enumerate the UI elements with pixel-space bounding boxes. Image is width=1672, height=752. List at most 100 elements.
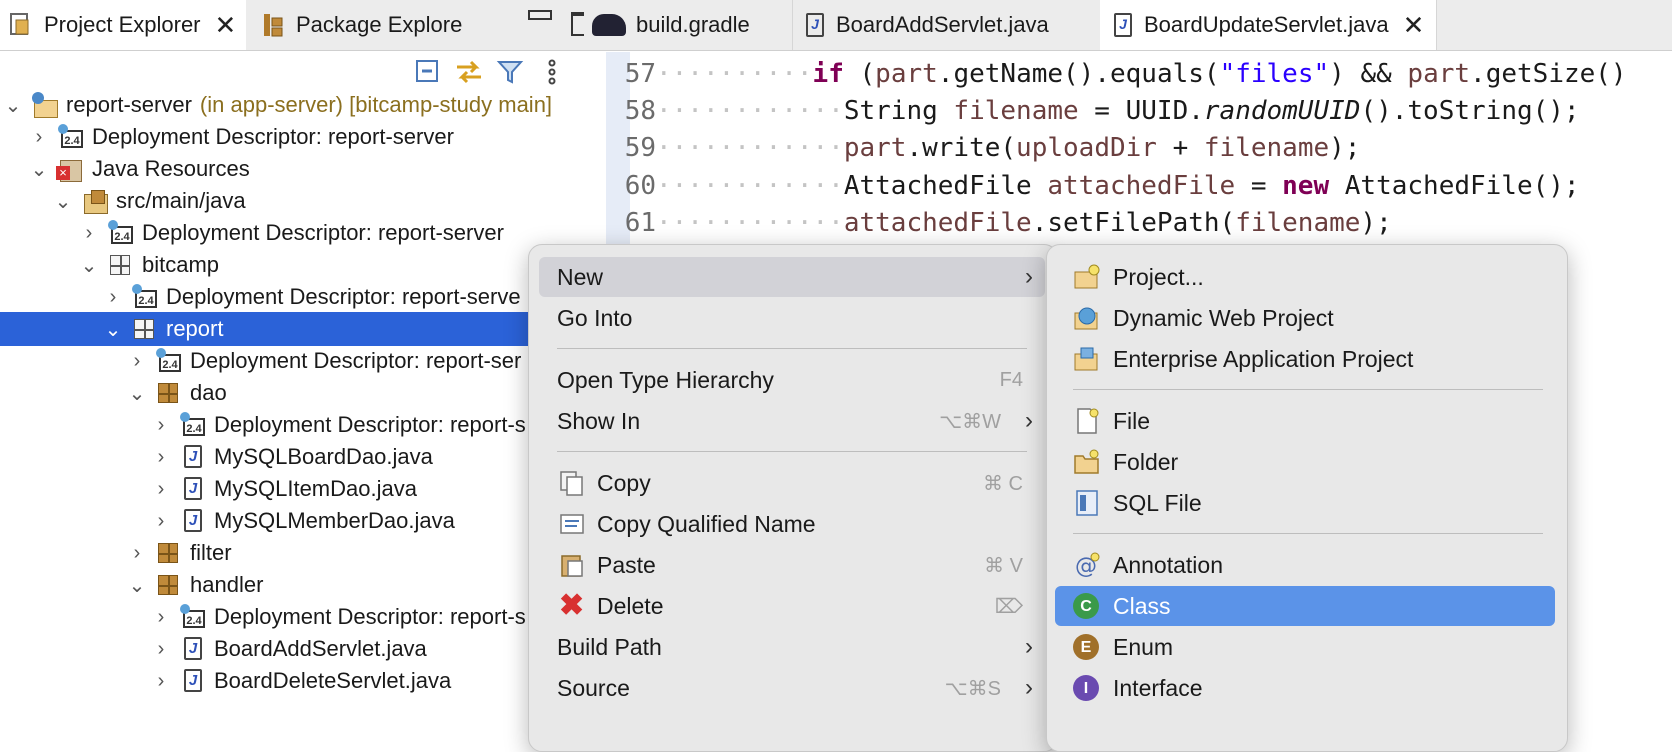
deployment-descriptor-icon — [180, 412, 206, 438]
submenu-item-class[interactable]: C Class — [1055, 586, 1555, 626]
menu-item-copy[interactable]: Copy ⌘ C — [539, 463, 1045, 503]
code-line[interactable]: 57 ·········· if (part .getName().equals("f… — [584, 54, 1627, 94]
code-token: part — [843, 133, 907, 163]
code-line[interactable]: 58 ············ String filename = UUID. ran… — [584, 91, 1580, 131]
chevron-right-icon[interactable]: › — [80, 222, 98, 245]
close-icon[interactable]: ✕ — [215, 10, 237, 41]
link-with-editor-icon[interactable] — [454, 58, 482, 86]
menu-item-new[interactable]: New › — [539, 257, 1045, 297]
line-number: 61 — [624, 208, 656, 238]
menu-item-paste[interactable]: Paste ⌘ V — [539, 545, 1045, 585]
editor-tab-bar: build.gradle J BoardAddServlet.java J Bo… — [584, 0, 1672, 51]
submenu-item-enterprise-application-project[interactable]: Enterprise Application Project — [1055, 339, 1555, 379]
chevron-right-icon[interactable]: › — [128, 350, 146, 373]
menu-label: New — [557, 263, 604, 290]
code-token: ) && — [1329, 59, 1408, 89]
chevron-right-icon: › — [1025, 633, 1033, 660]
chevron-right-icon[interactable]: › — [152, 510, 170, 533]
menu-label: Interface — [1113, 674, 1203, 701]
menu-item-delete[interactable]: ✖ Delete ⌦ — [539, 586, 1045, 626]
chevron-right-icon[interactable]: › — [152, 606, 170, 629]
menu-item-copy-qualified-name[interactable]: Copy Qualified Name — [539, 504, 1045, 544]
submenu-item-annotation[interactable]: @ Annotation — [1055, 545, 1555, 585]
tree-label: BoardDeleteServlet.java — [214, 668, 452, 693]
tree-label: Deployment Descriptor: report-serve — [166, 284, 521, 309]
chevron-right-icon[interactable]: › — [152, 638, 170, 661]
deployment-descriptor-icon — [108, 220, 134, 246]
tree-node-source-folder[interactable]: ⌄ src/main/java — [0, 184, 666, 218]
tab-package-explorer[interactable]: Package Explore — [252, 0, 472, 50]
submenu-item-dynamic-web-project[interactable]: Dynamic Web Project — [1055, 298, 1555, 338]
chevron-down-icon[interactable]: ⌄ — [128, 381, 146, 406]
menu-item-show-in[interactable]: Show In ⌥⌘W › — [539, 401, 1045, 441]
code-token: ().toString(); — [1360, 96, 1580, 126]
chevron-down-icon[interactable]: ⌄ — [80, 253, 98, 278]
chevron-right-icon[interactable]: › — [30, 126, 48, 149]
submenu-item-sql-file[interactable]: SQL File — [1055, 483, 1555, 523]
chevron-down-icon[interactable]: ⌄ — [54, 189, 72, 214]
code-token: part — [1407, 59, 1471, 89]
code-token: ); — [1329, 133, 1361, 163]
code-line[interactable]: 59 ············ part .write(uploadDir + fil… — [584, 128, 1361, 168]
deployment-descriptor-icon — [180, 604, 206, 630]
menu-item-build-path[interactable]: Build Path › — [539, 627, 1045, 667]
tree-label: Deployment Descriptor: report-server — [92, 124, 454, 149]
code-token: AttachedFile — [843, 171, 1048, 201]
tree-label: bitcamp — [142, 252, 220, 277]
tree-node-package-report[interactable]: ⌄ report — [0, 312, 612, 346]
java-file-icon — [180, 668, 206, 694]
chevron-down-icon[interactable]: ⌄ — [104, 317, 122, 342]
chevron-down-icon[interactable]: ⌄ — [30, 157, 48, 182]
close-icon[interactable]: ✕ — [1403, 10, 1425, 41]
project-explorer-icon — [8, 12, 32, 38]
filter-icon[interactable] — [496, 58, 524, 86]
code-token: ( — [843, 59, 876, 89]
project-icon — [32, 92, 58, 118]
chevron-down-icon[interactable]: ⌄ — [4, 93, 22, 118]
submenu-item-project[interactable]: Project... — [1055, 257, 1555, 297]
code-token: part — [875, 59, 938, 89]
chevron-right-icon[interactable]: › — [152, 670, 170, 693]
chevron-right-icon[interactable]: › — [152, 478, 170, 501]
menu-label: Show In — [557, 407, 641, 434]
tree-label: report-server — [66, 92, 192, 117]
view-menu-icon[interactable] — [538, 58, 566, 86]
menu-item-go-into[interactable]: Go Into — [539, 298, 1045, 338]
menu-item-open-type-hierarchy[interactable]: Open Type Hierarchy F4 — [539, 360, 1045, 400]
editor-tab-build-gradle[interactable]: build.gradle — [584, 0, 793, 50]
line-number: 58 — [624, 96, 656, 126]
package-icon — [156, 540, 182, 566]
tree-node-project[interactable]: ⌄ report-server (in app-server) [bitcamp… — [0, 88, 616, 122]
code-token: attachedFile — [843, 208, 1032, 238]
menu-label: Source — [557, 674, 630, 701]
tree-label: Deployment Descriptor: report-server — [142, 220, 504, 245]
tree-label: Java Resources — [92, 156, 250, 181]
code-token: "files" — [1219, 59, 1330, 89]
left-tab-bar: Project Explorer ✕ Package Explore — [0, 0, 612, 51]
minimize-icon[interactable] — [528, 10, 552, 20]
java-file-icon: J — [806, 13, 824, 37]
submenu-item-folder[interactable]: Folder — [1055, 442, 1555, 482]
menu-shortcut: ⌘ V — [984, 554, 1023, 577]
copy-qualified-name-icon — [559, 511, 585, 537]
chevron-right-icon[interactable]: › — [128, 542, 146, 565]
code-line[interactable]: 61 ············ attachedFile .setFilePath(f… — [584, 203, 1392, 243]
editor-tab-board-add-servlet[interactable]: J BoardAddServlet.java — [792, 0, 1101, 50]
chevron-right-icon[interactable]: › — [152, 414, 170, 437]
tree-node-java-resources[interactable]: ⌄ Java Resources — [0, 152, 642, 186]
tree-node[interactable]: › Deployment Descriptor: report-server — [0, 120, 642, 154]
submenu-item-file[interactable]: File — [1055, 401, 1555, 441]
code-line[interactable]: 60 ············ AttachedFile attachedFile … — [584, 166, 1580, 206]
editor-tab-board-update-servlet[interactable]: J BoardUpdateServlet.java ✕ — [1100, 0, 1437, 50]
menu-separator — [557, 451, 1027, 452]
collapse-all-icon[interactable] — [414, 58, 442, 86]
tab-project-explorer[interactable]: Project Explorer ✕ — [0, 0, 246, 50]
menu-item-source[interactable]: Source ⌥⌘S › — [539, 668, 1045, 708]
submenu-item-enum[interactable]: E Enum — [1055, 627, 1555, 667]
delete-icon: ✖ — [559, 589, 585, 622]
chevron-right-icon[interactable]: › — [104, 286, 122, 309]
chevron-down-icon[interactable]: ⌄ — [128, 573, 146, 598]
submenu-item-interface[interactable]: I Interface — [1055, 668, 1555, 708]
tab-label: build.gradle — [636, 12, 750, 37]
chevron-right-icon[interactable]: › — [152, 446, 170, 469]
